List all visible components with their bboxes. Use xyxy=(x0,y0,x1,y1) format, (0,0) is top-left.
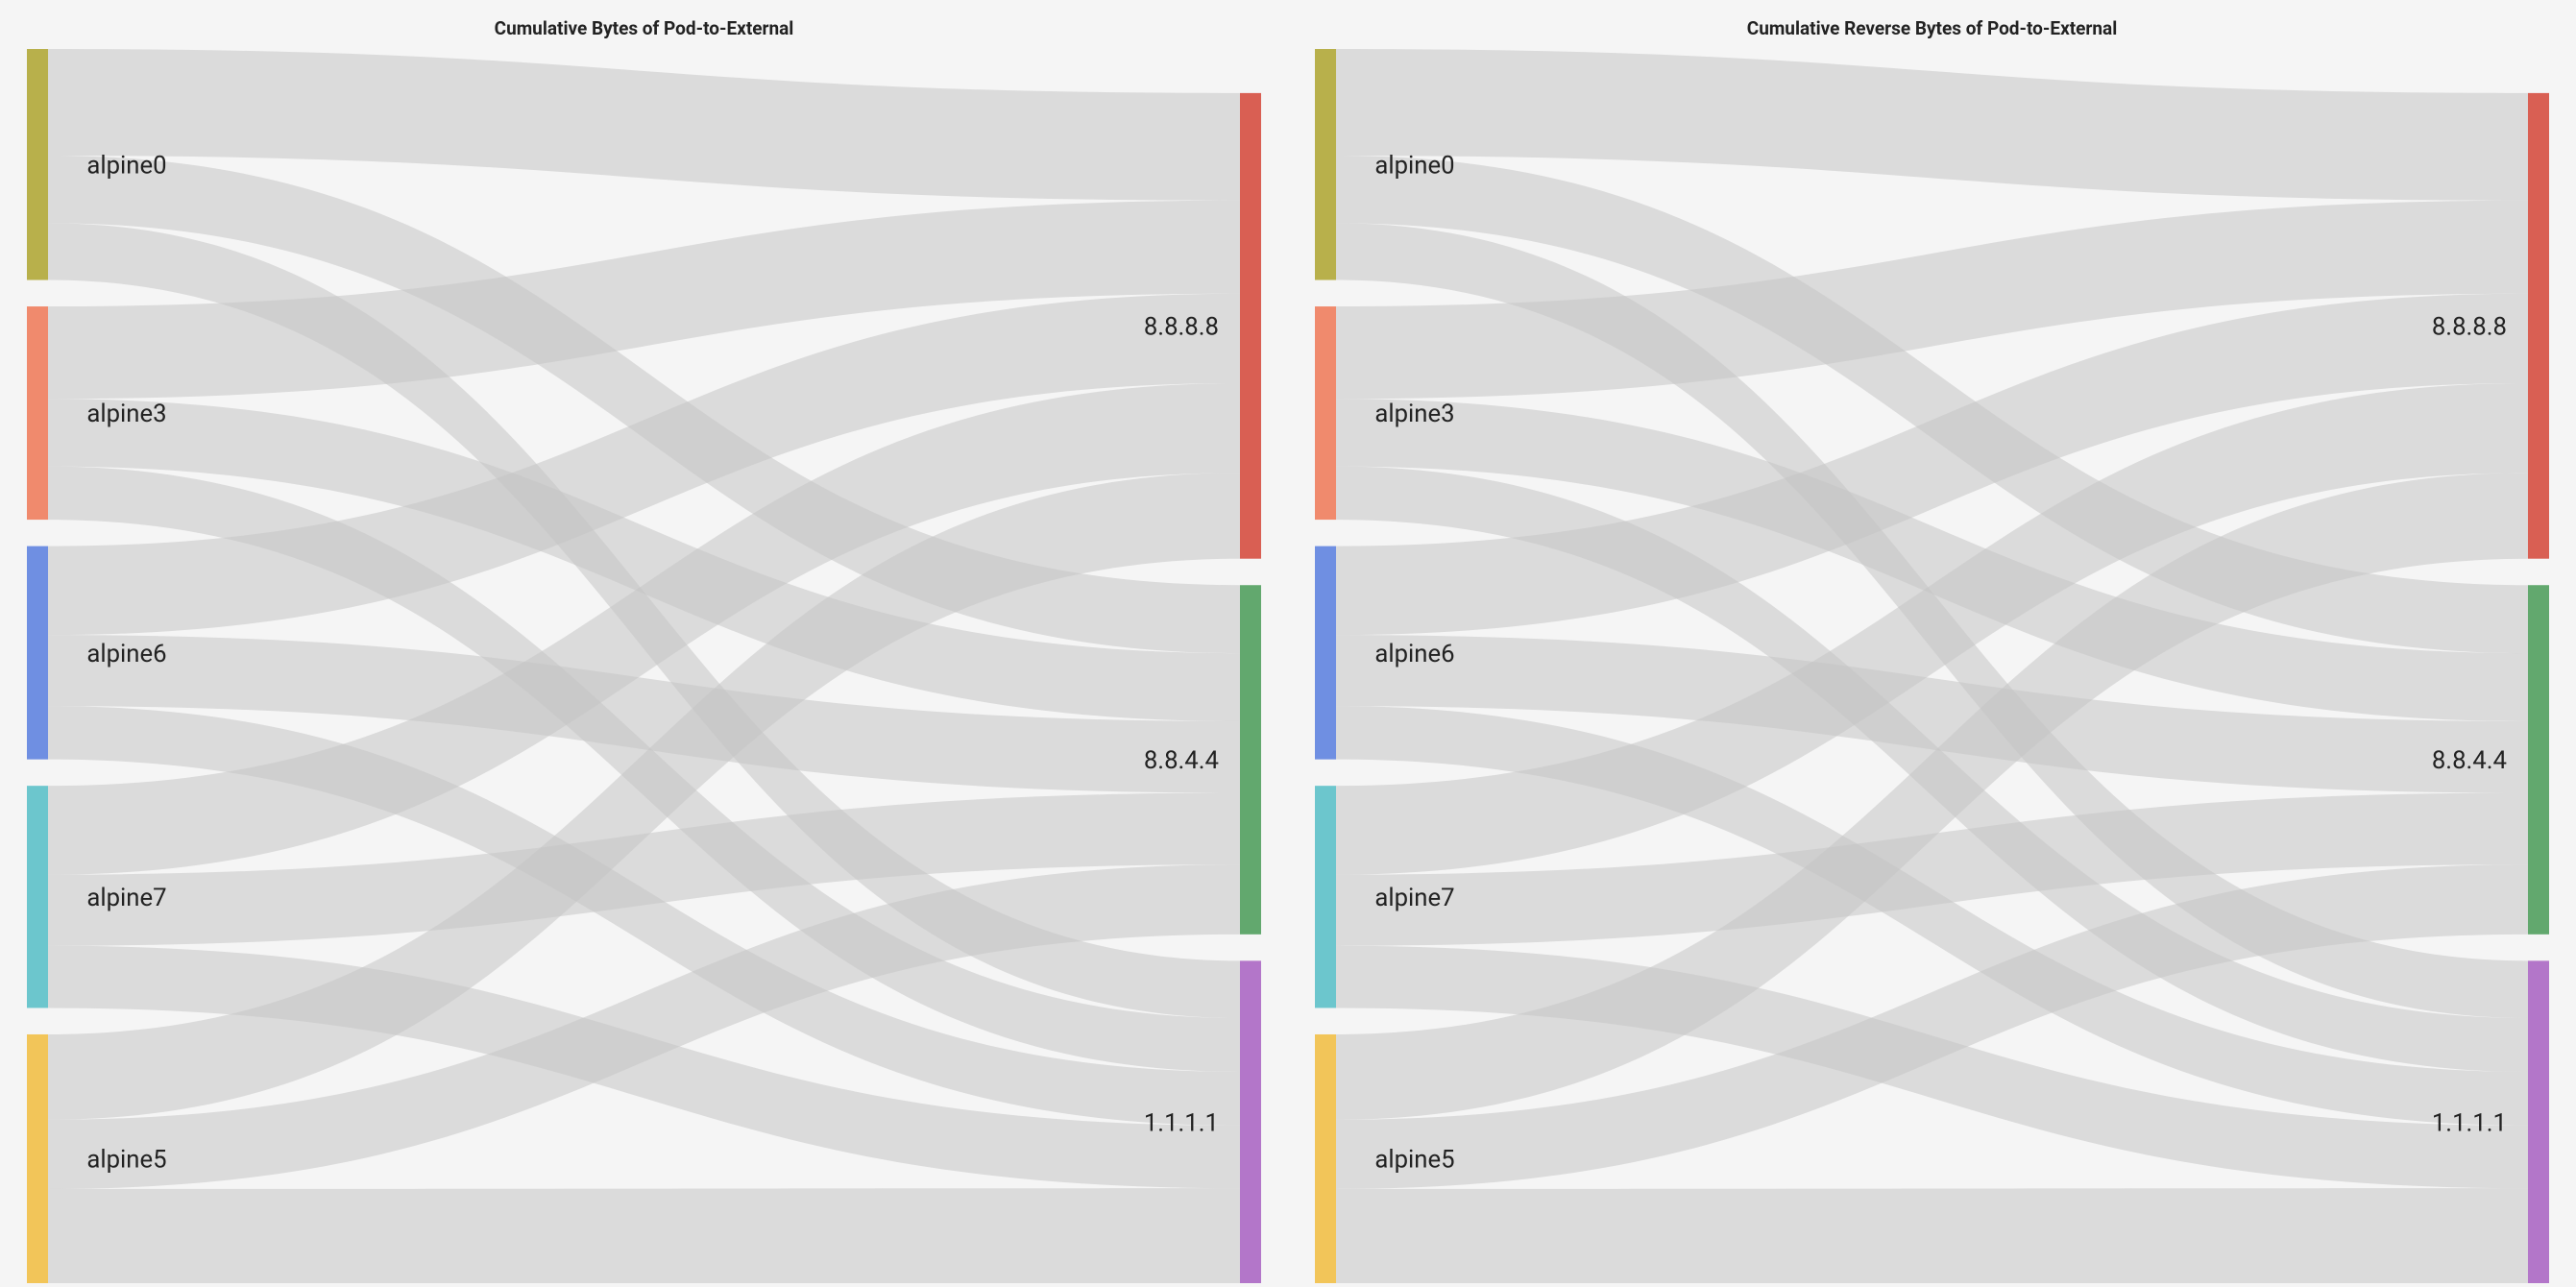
sankey-target-node[interactable] xyxy=(2528,93,2549,559)
panel-title: Cumulative Bytes of Pod-to-External xyxy=(27,17,1261,39)
sankey-target-node[interactable] xyxy=(1240,585,1261,935)
sankey-source-node[interactable] xyxy=(27,786,48,1008)
sankey-source-node[interactable] xyxy=(1315,786,1336,1008)
sankey-source-label: alpine7 xyxy=(1374,884,1454,912)
panel-reverse-bytes: Cumulative Reverse Bytes of Pod-to-Exter… xyxy=(1288,0,2576,1287)
sankey-target-label: 8.8.4.4 xyxy=(2432,746,2507,775)
sankey-source-label: alpine5 xyxy=(1374,1146,1454,1175)
sankey-source-node[interactable] xyxy=(27,306,48,520)
sankey-target-label: 8.8.8.8 xyxy=(2432,312,2507,341)
sankey-target-label: 8.8.4.4 xyxy=(1144,746,1219,775)
sankey-target-node[interactable] xyxy=(2528,585,2549,935)
panel-title: Cumulative Reverse Bytes of Pod-to-Exter… xyxy=(1315,17,2549,39)
sankey-source-node[interactable] xyxy=(1315,306,1336,520)
sankey-source-label: alpine6 xyxy=(1374,640,1454,668)
sankey-source-node[interactable] xyxy=(27,49,48,280)
sankey-target-node[interactable] xyxy=(2528,960,2549,1283)
sankey-source-node[interactable] xyxy=(1315,1034,1336,1283)
panel-bytes: Cumulative Bytes of Pod-to-External alpi… xyxy=(0,0,1288,1287)
sankey-source-label: alpine3 xyxy=(86,400,166,428)
sankey-target-node[interactable] xyxy=(1240,93,1261,559)
sankey-link[interactable] xyxy=(48,1188,1240,1283)
sankey-source-label: alpine6 xyxy=(86,640,166,668)
sankey-source-node[interactable] xyxy=(1315,49,1336,280)
sankey-source-label: alpine5 xyxy=(86,1146,166,1175)
sankey-source-label: alpine0 xyxy=(86,151,166,180)
sankey-target-label: 1.1.1.1 xyxy=(2432,1108,2507,1137)
sankey-chart-reverse-bytes[interactable]: alpine0 alpine3 alpine6 alpine7 alpine5 8.8.8… xyxy=(1315,49,2549,1283)
sankey-source-node[interactable] xyxy=(27,1034,48,1283)
sankey-source-node[interactable] xyxy=(1315,546,1336,760)
sankey-target-label: 8.8.8.8 xyxy=(1144,312,1219,341)
sankey-source-node[interactable] xyxy=(27,546,48,760)
sankey-chart-bytes[interactable]: alpine0 alpine3 alpine6 alpine7 alpine5 8.8.8… xyxy=(27,49,1261,1283)
sankey-target-node[interactable] xyxy=(1240,960,1261,1283)
dashboard-root: Cumulative Bytes of Pod-to-External alpi… xyxy=(0,0,2576,1287)
sankey-link[interactable] xyxy=(1336,1188,2528,1283)
sankey-source-label: alpine3 xyxy=(1374,400,1454,428)
sankey-source-label: alpine0 xyxy=(1374,151,1454,180)
sankey-target-label: 1.1.1.1 xyxy=(1144,1108,1219,1137)
sankey-source-label: alpine7 xyxy=(86,884,166,912)
